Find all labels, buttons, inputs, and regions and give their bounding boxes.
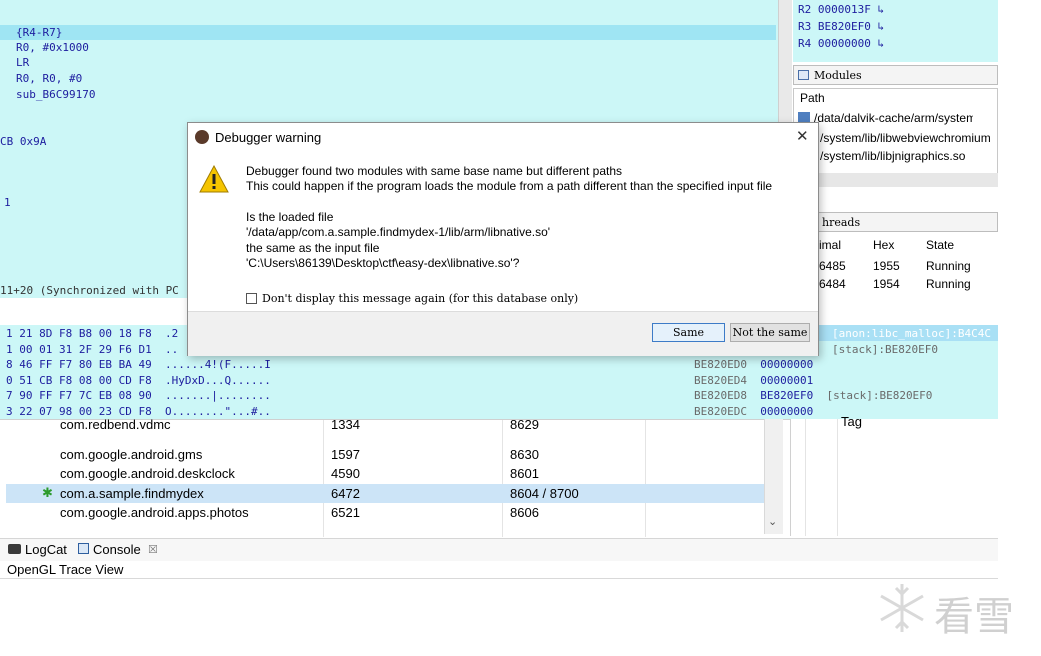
jump-arrow-icon: ↳ [877,3,885,16]
modules-title-bar[interactable]: Modules [793,65,998,85]
modules-header-path[interactable]: Path [800,91,825,105]
asm-line[interactable]: sub_B6C99170 [16,87,95,102]
hex-row[interactable]: 8 46 FF F7 80 EB BA 49 ......4!(F.....I [6,357,271,373]
thread-dec: 6485 [819,259,846,273]
process-detail-pane: Tag [790,414,999,536]
asm-line[interactable]: R0, #0x1000 [16,40,89,55]
asm-line[interactable]: {R4-R7} [16,25,62,40]
dont-display-checkbox[interactable] [246,293,257,304]
threads-title-bar[interactable]: hreads [793,212,998,232]
process-row[interactable]: com.redbend.vdmc 1334 8629 [6,415,764,434]
asm-line[interactable]: LR [16,55,29,70]
modules-title: Modules [814,69,862,82]
modules-window-icon [798,70,809,80]
hex-row[interactable]: 1 00 01 31 2F 29 F6 D1 .. [6,342,178,358]
same-button[interactable]: Same [652,323,725,342]
opengl-trace-label: OpenGL Trace View [7,562,124,577]
dialog-title: Debugger warning [215,130,322,145]
sync-status: 11+20 (Synchronized with PC [0,284,179,297]
dialog-message-line2: This could happen if the program loads t… [246,179,773,193]
threads-col-hex[interactable]: Hex [873,238,894,252]
dialog-same-as: the same as the input file [246,241,380,255]
process-list-scrollbar[interactable]: ⌄ [764,419,783,534]
asm-line[interactable]: R0, R0, #0 [16,71,82,86]
console-icon [78,543,89,554]
jump-arrow-icon: ↳ [877,20,885,33]
process-row-selected[interactable]: ✱ com.a.sample.findmydex 6472 8604 / 8700 [6,484,764,503]
stack-note[interactable]: [anon:libc_malloc]:B4C4C [832,326,991,342]
bottom-tab-bar: LogCat Console ☒ [0,538,998,561]
register-row[interactable]: R2 0000013F ↳ [798,3,884,16]
close-icon[interactable]: ✕ [796,127,809,145]
bug-icon: ✱ [42,485,53,500]
hex-row[interactable]: 0 51 CB F8 08 00 CD F8 .HyDxD...Q...... [6,373,271,389]
dialog-input-path: 'C:\Users\86139\Desktop\ctf\easy-dex\lib… [246,256,520,270]
opengl-trace-row[interactable]: OpenGL Trace View [0,561,998,579]
thread-hex: 1955 [873,259,900,273]
threads-col-decimal[interactable]: imal [819,238,841,252]
threads-col-state[interactable]: State [926,238,954,252]
dont-display-checkbox-label[interactable]: Don't display this message again (for th… [262,292,578,305]
stack-row[interactable]: BE820ED0 00000000 [694,357,813,373]
thread-hex: 1954 [873,277,900,291]
thread-state: Running [926,259,971,273]
ida-app-icon [195,130,209,144]
snowflake-icon [880,584,924,632]
debugger-warning-dialog: Debugger warning ✕ Debugger found two mo… [187,122,819,356]
dialog-loaded-path: '/data/app/com.a.sample.findmydex-1/lib/… [246,225,551,239]
dialog-footer: Same Not the same [188,311,818,356]
module-row[interactable]: /system/lib/libwebviewchromium [820,131,995,145]
watermark-text: 看雪 [934,594,1014,640]
dialog-message-line1: Debugger found two modules with same bas… [246,164,623,178]
register-row[interactable]: R3 BE820EF0 ↳ [798,20,884,33]
chevron-down-icon[interactable]: ⌄ [768,515,777,528]
process-row[interactable]: com.google.android.apps.photos 6521 8606 [6,503,764,522]
not-the-same-button[interactable]: Not the same [730,323,810,342]
stack-row[interactable]: BE820ED4 00000001 [694,373,813,389]
tab-logcat[interactable]: LogCat [25,542,67,557]
logcat-icon [8,544,21,554]
jump-arrow-icon: ↳ [877,37,885,50]
module-row[interactable]: /data/dalvik-cache/arm/system@ [798,111,973,125]
device-process-table[interactable]: com.redbend.vdmc 1334 8629 com.google.andr… [0,417,790,537]
thread-state: Running [926,277,971,291]
asm-line[interactable]: CB 0x9A [0,134,46,149]
tab-console[interactable]: Console [93,542,141,557]
module-row[interactable]: /system/lib/libjnigraphics.so [820,149,995,163]
process-row[interactable]: com.google.android.gms 1597 8630 [6,445,764,464]
process-row[interactable]: com.google.android.deskclock 4590 8601 [6,464,764,483]
thread-dec: 6484 [819,277,846,291]
close-icon[interactable]: ☒ [148,543,158,556]
warning-icon [199,165,229,193]
asm-line[interactable]: 1 [4,195,11,210]
modules-scrollbar[interactable] [794,173,998,187]
current-line-highlight [0,25,776,40]
dialog-question: Is the loaded file [246,210,334,224]
column-tag-fragment: Tag [841,414,862,429]
stack-note[interactable]: [stack]:BE820EF0 [832,342,938,358]
registers-view[interactable]: R2 0000013F ↳ R3 BE820EF0 ↳ R4 00000000 … [793,0,998,62]
modules-list[interactable]: Path /data/dalvik-cache/arm/system@ /sys… [793,88,998,176]
stack-row[interactable]: BE820ED8 BE820EF0 [stack]:BE820EF0 [694,388,932,404]
hex-row[interactable]: 1 21 8D F8 B8 00 18 F8 .2 [6,326,178,342]
register-row[interactable]: R4 00000000 ↳ [798,37,884,50]
threads-title: hreads [822,216,861,229]
threads-list[interactable]: imal Hex State 6485 1955 Running 6484 19… [793,233,998,331]
hex-row[interactable]: 7 90 FF F7 7C EB 08 90 .......|........ [6,388,271,404]
watermark-logo: 看雪 [872,578,1032,640]
